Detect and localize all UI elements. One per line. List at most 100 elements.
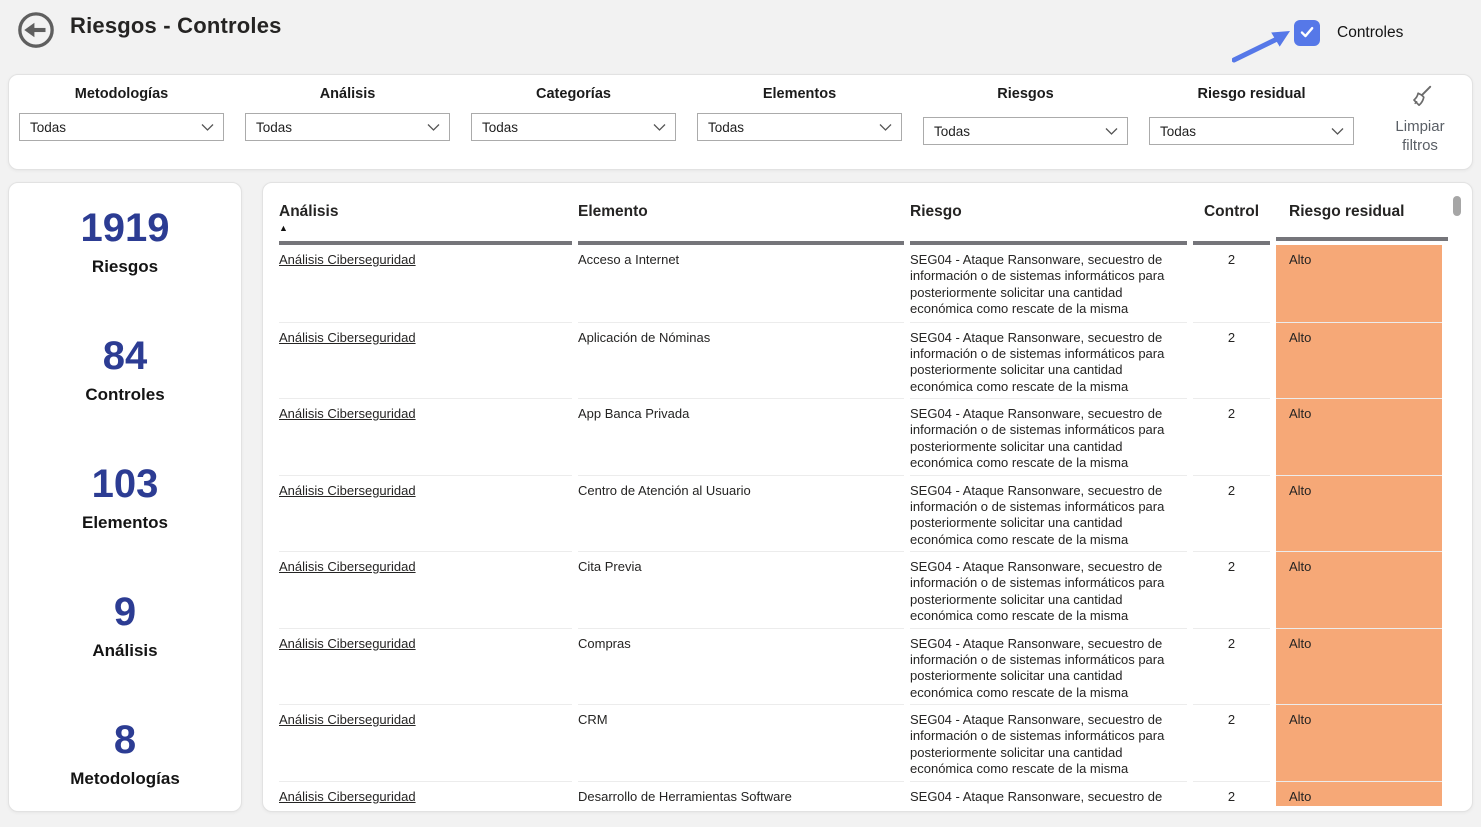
filter-categorias: Categorías Todas (471, 84, 676, 145)
stat-elementos: 103 Elementos (9, 463, 241, 533)
control-cell: 2 (1193, 322, 1270, 399)
clear-filters-button[interactable]: Limpiar filtros (1378, 83, 1462, 155)
control-cell: 2 (1193, 704, 1270, 781)
column-header-control[interactable]: Control (1193, 201, 1270, 245)
filter-selected-value: Todas (30, 120, 66, 135)
riesgo-residual-cell: Alto (1276, 781, 1442, 807)
analisis-link[interactable]: Análisis Ciberseguridad (279, 712, 416, 727)
filter-selected-value: Todas (1160, 124, 1196, 139)
riesgo-cell: SEG04 - Ataque Ransonware, secuestro de … (910, 475, 1187, 552)
table-row: Análisis Ciberseguridad Aplicación de Nó… (279, 322, 1442, 399)
table-row: Análisis Ciberseguridad CRM SEG04 - Ataq… (279, 704, 1442, 781)
stat-analisis: 9 Análisis (9, 591, 241, 661)
control-cell: 2 (1193, 551, 1270, 628)
riesgo-residual-cell: Alto (1276, 245, 1442, 322)
filter-dropdown[interactable]: Todas (923, 117, 1128, 145)
stat-label: Análisis (9, 641, 241, 661)
stat-value: 9 (9, 591, 241, 633)
analisis-link[interactable]: Análisis Ciberseguridad (279, 559, 416, 574)
analisis-cell: Análisis Ciberseguridad (279, 551, 572, 628)
stats-sidebar: 1919 Riesgos 84 Controles 103 Elementos … (8, 182, 242, 812)
table-row: Análisis Ciberseguridad Compras SEG04 - … (279, 628, 1442, 705)
table-header: Análisis ▲ Elemento Riesgo Control Riesg… (279, 183, 1442, 245)
riesgo-cell: SEG04 - Ataque Ransonware, secuestro de … (910, 628, 1187, 705)
controles-checkbox[interactable] (1294, 20, 1320, 46)
filter-dropdown[interactable]: Todas (19, 113, 224, 141)
filter-label: Elementos (697, 84, 902, 105)
filter-bar: Metodologías Todas Análisis Todas Catego… (8, 74, 1473, 170)
analisis-cell: Análisis Ciberseguridad (279, 781, 572, 807)
elemento-cell: App Banca Privada (578, 398, 904, 475)
filter-selected-value: Todas (934, 124, 970, 139)
filter-dropdown[interactable]: Todas (1149, 117, 1354, 145)
filter-elementos: Elementos Todas (697, 84, 902, 145)
riesgo-cell: SEG04 - Ataque Ransonware, secuestro de … (910, 322, 1187, 399)
broom-icon (1378, 83, 1462, 115)
filter-label: Metodologías (19, 84, 224, 105)
page-title: Riesgos - Controles (70, 13, 282, 39)
stat-value: 1919 (9, 207, 241, 249)
elemento-cell: Aplicación de Nóminas (578, 322, 904, 399)
filter-dropdown[interactable]: Todas (245, 113, 450, 141)
filter-analisis: Análisis Todas (245, 84, 450, 145)
stat-controles: 84 Controles (9, 335, 241, 405)
clear-filters-label: Limpiar filtros (1395, 118, 1444, 154)
column-header-analisis[interactable]: Análisis ▲ (279, 201, 572, 245)
riesgo-residual-cell: Alto (1276, 322, 1442, 399)
filter-dropdown[interactable]: Todas (697, 113, 902, 141)
analisis-link[interactable]: Análisis Ciberseguridad (279, 789, 416, 804)
table-body: Análisis Ciberseguridad Acceso a Interne… (279, 245, 1442, 806)
riesgo-cell: SEG04 - Ataque Ransonware, secuestro de … (910, 551, 1187, 628)
filter-selected-value: Todas (256, 120, 292, 135)
analisis-link[interactable]: Análisis Ciberseguridad (279, 330, 416, 345)
chevron-down-icon (1331, 124, 1344, 139)
stat-riesgos: 1919 Riesgos (9, 207, 241, 277)
analisis-link[interactable]: Análisis Ciberseguridad (279, 252, 416, 267)
stat-label: Metodologías (9, 769, 241, 789)
column-header-riesgo[interactable]: Riesgo (910, 201, 1187, 245)
arrow-left-circle-icon (17, 37, 55, 52)
annotation-arrow-icon (1232, 26, 1296, 71)
chevron-down-icon (879, 120, 892, 135)
control-cell: 2 (1193, 398, 1270, 475)
stat-value: 103 (9, 463, 241, 505)
analisis-link[interactable]: Análisis Ciberseguridad (279, 483, 416, 498)
column-header-riesgo-residual[interactable]: Riesgo residual (1276, 201, 1448, 241)
table-row: Análisis Ciberseguridad Cita Previa SEG0… (279, 551, 1442, 628)
filter-dropdown[interactable]: Todas (471, 113, 676, 141)
elemento-cell: Cita Previa (578, 551, 904, 628)
table-row: Análisis Ciberseguridad Acceso a Interne… (279, 245, 1442, 322)
stat-metodologias: 8 Metodologías (9, 719, 241, 789)
stat-label: Riesgos (9, 257, 241, 277)
analisis-cell: Análisis Ciberseguridad (279, 322, 572, 399)
table-row: Análisis Ciberseguridad Centro de Atenci… (279, 475, 1442, 552)
riesgo-residual-cell: Alto (1276, 551, 1442, 628)
table-row: Análisis Ciberseguridad Desarrollo de He… (279, 781, 1442, 807)
analisis-cell: Análisis Ciberseguridad (279, 398, 572, 475)
stat-label: Elementos (9, 513, 241, 533)
riesgo-residual-cell: Alto (1276, 475, 1442, 552)
riesgo-cell: SEG04 - Ataque Ransonware, secuestro de … (910, 398, 1187, 475)
analisis-cell: Análisis Ciberseguridad (279, 628, 572, 705)
analisis-link[interactable]: Análisis Ciberseguridad (279, 636, 416, 651)
back-button[interactable] (17, 11, 55, 49)
filter-selected-value: Todas (482, 120, 518, 135)
table-scrollbar-thumb[interactable] (1453, 196, 1461, 216)
filter-label: Riesgo residual (1149, 84, 1354, 105)
riesgo-cell: SEG04 - Ataque Ransonware, secuestro de … (910, 704, 1187, 781)
filter-label: Categorías (471, 84, 676, 105)
column-header-elemento[interactable]: Elemento (578, 201, 904, 245)
elemento-cell: CRM (578, 704, 904, 781)
controles-checkbox-label: Controles (1337, 24, 1403, 42)
elemento-cell: Desarrollo de Herramientas Software (578, 781, 904, 807)
analisis-link[interactable]: Análisis Ciberseguridad (279, 406, 416, 421)
filter-riesgo-residual: Riesgo residual Todas (1149, 84, 1354, 145)
chevron-down-icon (427, 120, 440, 135)
risks-table-card: Análisis ▲ Elemento Riesgo Control Riesg… (262, 182, 1473, 812)
riesgo-cell: SEG04 - Ataque Ransonware, secuestro de … (910, 781, 1187, 807)
filter-label: Riesgos (923, 84, 1128, 105)
riesgos-controles-page: Riesgos - Controles Controles Metodologí… (0, 0, 1481, 827)
riesgo-residual-cell: Alto (1276, 704, 1442, 781)
chevron-down-icon (201, 120, 214, 135)
riesgo-residual-cell: Alto (1276, 628, 1442, 705)
